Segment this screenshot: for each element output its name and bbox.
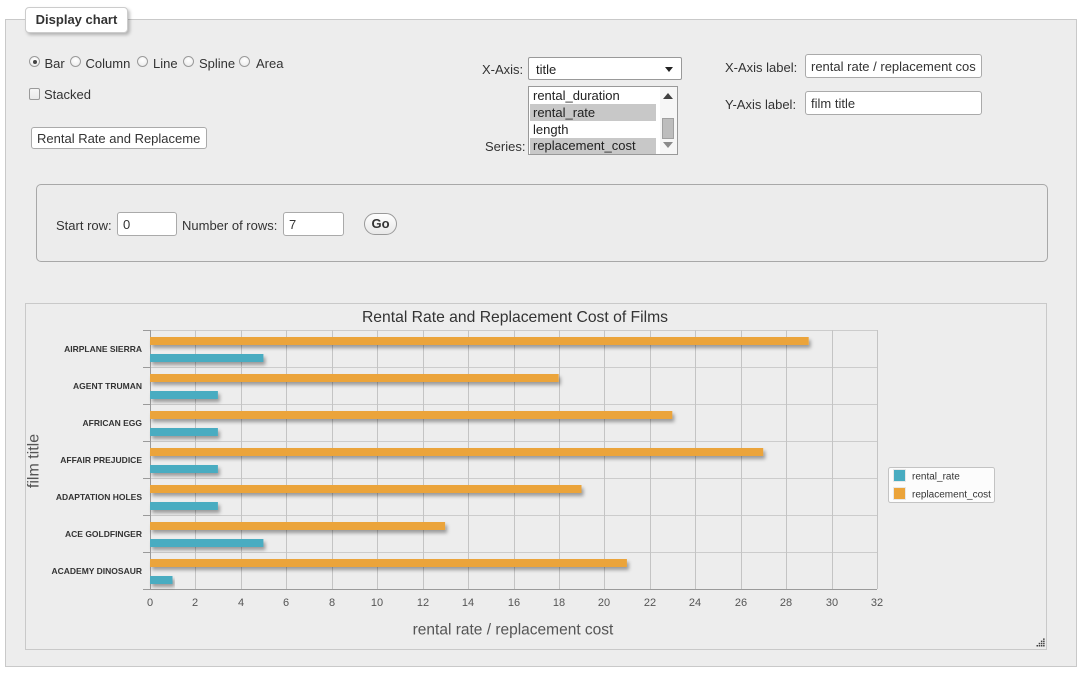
- svg-text:0: 0: [147, 597, 153, 609]
- svg-text:22: 22: [644, 597, 656, 609]
- svg-text:18: 18: [553, 597, 565, 609]
- svg-text:rental_rate: rental_rate: [912, 472, 960, 483]
- svg-text:26: 26: [735, 597, 747, 609]
- svg-text:Rental Rate and Replacement Co: Rental Rate and Replacement Cost of Film…: [362, 309, 668, 326]
- svg-text:24: 24: [689, 597, 701, 609]
- svg-text:film title: film title: [26, 434, 43, 488]
- svg-text:ACE GOLDFINGER: ACE GOLDFINGER: [65, 529, 142, 539]
- svg-text:replacement_cost: replacement_cost: [912, 490, 991, 501]
- svg-text:AFRICAN EGG: AFRICAN EGG: [83, 418, 143, 428]
- svg-text:12: 12: [417, 597, 429, 609]
- svg-text:32: 32: [871, 597, 883, 609]
- svg-text:ADAPTATION HOLES: ADAPTATION HOLES: [56, 492, 142, 502]
- svg-text:28: 28: [780, 597, 792, 609]
- svg-text:AIRPLANE SIERRA: AIRPLANE SIERRA: [64, 344, 142, 354]
- svg-text:30: 30: [826, 597, 838, 609]
- svg-text:AGENT TRUMAN: AGENT TRUMAN: [73, 381, 142, 391]
- svg-text:ACADEMY DINOSAUR: ACADEMY DINOSAUR: [51, 566, 142, 576]
- svg-text:20: 20: [598, 597, 610, 609]
- svg-text:16: 16: [508, 597, 520, 609]
- svg-text:6: 6: [283, 597, 289, 609]
- svg-text:AFFAIR PREJUDICE: AFFAIR PREJUDICE: [60, 455, 142, 465]
- svg-text:4: 4: [238, 597, 244, 609]
- svg-text:2: 2: [192, 597, 198, 609]
- svg-text:8: 8: [329, 597, 335, 609]
- svg-text:rental rate / replacement cost: rental rate / replacement cost: [413, 622, 614, 639]
- svg-text:10: 10: [371, 597, 383, 609]
- svg-text:14: 14: [462, 597, 474, 609]
